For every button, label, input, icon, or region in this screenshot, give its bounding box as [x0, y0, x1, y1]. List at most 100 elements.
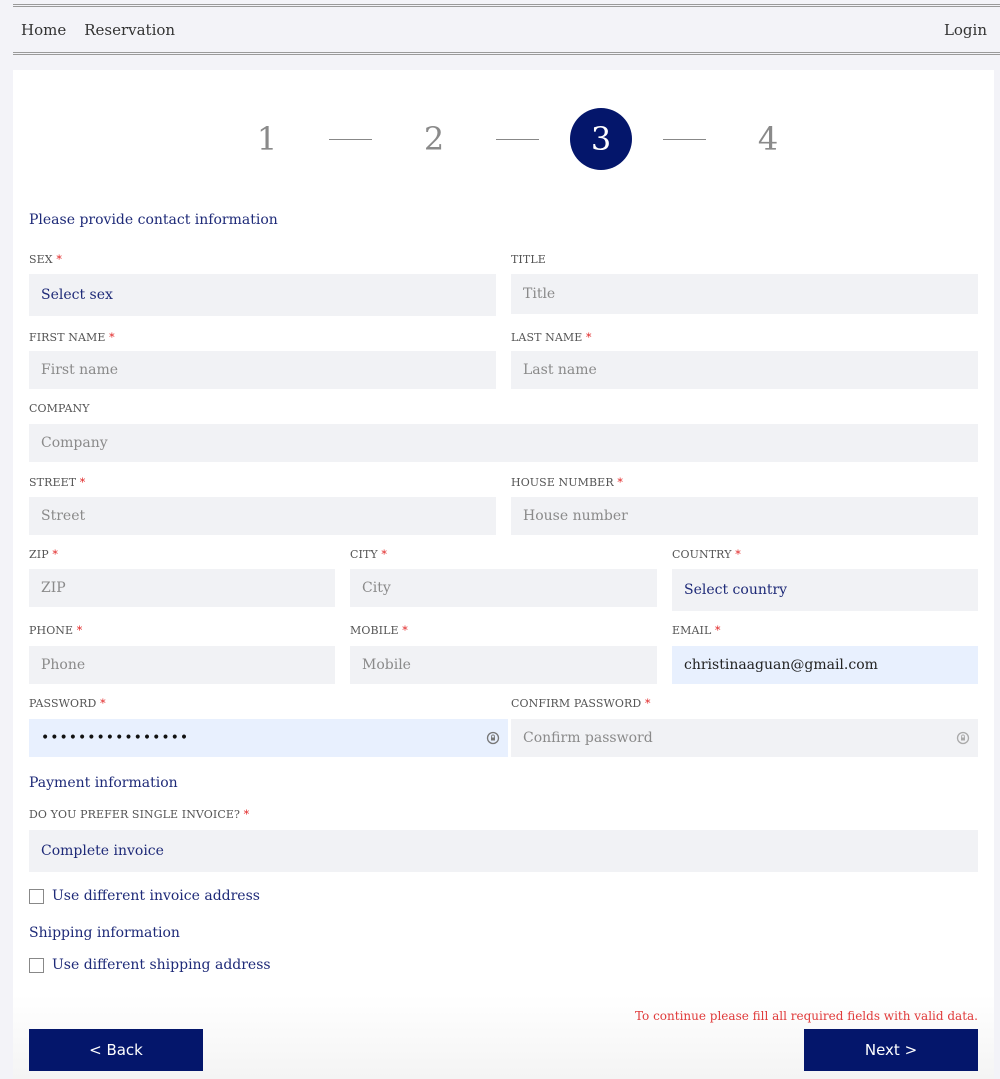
email-label: EMAIL * [672, 624, 721, 637]
street-input[interactable]: Street [29, 497, 496, 535]
required-asterisk: * [56, 253, 62, 266]
step-3-active: 3 [570, 108, 632, 170]
company-label: COMPANY [29, 402, 90, 415]
step-1: 1 [256, 120, 278, 158]
phone-label: PHONE * [29, 624, 82, 637]
house-number-label: HOUSE NUMBER * [511, 476, 623, 489]
required-asterisk: * [109, 331, 115, 344]
confirm-password-label-text: CONFIRM PASSWORD [511, 697, 642, 710]
city-placeholder: City [362, 580, 391, 596]
first-name-label-text: FIRST NAME [29, 331, 106, 344]
zip-label-text: ZIP [29, 548, 49, 561]
next-button[interactable]: Next > [804, 1029, 978, 1071]
house-number-input[interactable]: House number [511, 497, 978, 535]
mobile-label: MOBILE * [350, 624, 408, 637]
zip-input[interactable]: ZIP [29, 569, 335, 607]
single-invoice-select[interactable]: Complete invoice [29, 830, 978, 872]
password-label: PASSWORD * [29, 697, 106, 710]
phone-label-text: PHONE [29, 624, 74, 637]
email-value: christinaaguan@gmail.com [684, 657, 878, 673]
sex-label-text: SEX [29, 253, 53, 266]
first-name-input[interactable]: First name [29, 351, 496, 389]
step-4: 4 [757, 120, 779, 158]
company-label-text: COMPANY [29, 402, 90, 415]
title-label-text: TITLE [511, 253, 546, 266]
reservation-form-card: 1 2 3 4 Please provide contact informati… [13, 70, 994, 1079]
house-number-label-text: HOUSE NUMBER [511, 476, 614, 489]
city-label-text: CITY [350, 548, 378, 561]
last-name-placeholder: Last name [523, 362, 597, 378]
step-connector [329, 138, 372, 140]
nav-login-link[interactable]: Login [944, 21, 1000, 39]
top-navigation: Home Reservation Login [13, 4, 1000, 55]
required-asterisk: * [735, 548, 741, 561]
required-asterisk: * [586, 331, 592, 344]
title-input[interactable]: Title [511, 274, 978, 314]
last-name-label-text: LAST NAME [511, 331, 583, 344]
title-placeholder: Title [523, 286, 556, 302]
password-manager-icon[interactable] [486, 731, 500, 745]
company-placeholder: Company [41, 435, 108, 451]
shipping-section-title: Shipping information [29, 925, 180, 941]
required-asterisk: * [52, 548, 58, 561]
required-asterisk: * [243, 808, 250, 821]
mobile-placeholder: Mobile [362, 657, 411, 673]
back-button[interactable]: < Back [29, 1029, 203, 1071]
confirm-password-input[interactable]: Confirm password [511, 719, 978, 757]
country-select-value: Select country [684, 582, 788, 598]
password-manager-icon[interactable] [956, 731, 970, 745]
confirm-password-label: CONFIRM PASSWORD * [511, 697, 651, 710]
payment-section-title: Payment information [29, 775, 178, 791]
country-label-text: COUNTRY [672, 548, 732, 561]
different-shipping-address-option[interactable]: Use different shipping address [29, 957, 271, 973]
title-label: TITLE [511, 253, 546, 266]
different-shipping-address-checkbox[interactable] [29, 957, 44, 973]
single-invoice-value: Complete invoice [41, 843, 164, 859]
mobile-label-text: MOBILE [350, 624, 399, 637]
last-name-input[interactable]: Last name [511, 351, 978, 389]
street-label-text: STREET [29, 476, 77, 489]
house-number-placeholder: House number [523, 508, 628, 524]
required-asterisk: * [715, 624, 721, 637]
last-name-label: LAST NAME * [511, 331, 592, 344]
different-invoice-address-checkbox[interactable] [29, 888, 44, 904]
street-label: STREET * [29, 476, 85, 489]
required-asterisk: * [76, 624, 83, 637]
phone-input[interactable]: Phone [29, 646, 335, 684]
zip-label: ZIP * [29, 548, 58, 561]
required-asterisk: * [617, 476, 623, 489]
sex-select[interactable]: Select sex [29, 274, 496, 316]
zip-placeholder: ZIP [41, 580, 66, 596]
password-label-text: PASSWORD [29, 697, 97, 710]
single-invoice-label: DO YOU PREFER SINGLE INVOICE? * [29, 808, 249, 821]
different-shipping-address-label: Use different shipping address [52, 957, 271, 973]
first-name-label: FIRST NAME * [29, 331, 115, 344]
city-label: CITY * [350, 548, 387, 561]
company-input[interactable]: Company [29, 424, 978, 462]
step-indicator: 1 2 3 4 [13, 108, 994, 170]
validation-error-message: To continue please fill all required fie… [634, 1009, 978, 1023]
country-select[interactable]: Select country [672, 569, 978, 611]
contact-section-title: Please provide contact information [29, 212, 278, 228]
city-input[interactable]: City [350, 569, 657, 607]
required-asterisk: * [100, 697, 106, 710]
phone-placeholder: Phone [41, 657, 86, 673]
first-name-placeholder: First name [41, 362, 119, 378]
step-2: 2 [423, 120, 445, 158]
step-connector [663, 138, 706, 140]
required-asterisk: * [381, 548, 387, 561]
sex-label: SEX * [29, 253, 62, 266]
password-masked-value: •••••••••••••••• [41, 730, 190, 746]
single-invoice-label-text: DO YOU PREFER SINGLE INVOICE? [29, 808, 240, 821]
step-connector [496, 138, 539, 140]
sex-select-value: Select sex [41, 287, 113, 303]
required-asterisk: * [644, 697, 651, 710]
email-label-text: EMAIL [672, 624, 712, 637]
nav-home-link[interactable]: Home [21, 21, 66, 39]
different-invoice-address-option[interactable]: Use different invoice address [29, 888, 260, 904]
password-input[interactable]: •••••••••••••••• [29, 719, 508, 757]
email-input[interactable]: christinaaguan@gmail.com [672, 646, 978, 684]
required-asterisk: * [79, 476, 86, 489]
mobile-input[interactable]: Mobile [350, 646, 657, 684]
nav-reservation-link[interactable]: Reservation [84, 21, 175, 39]
